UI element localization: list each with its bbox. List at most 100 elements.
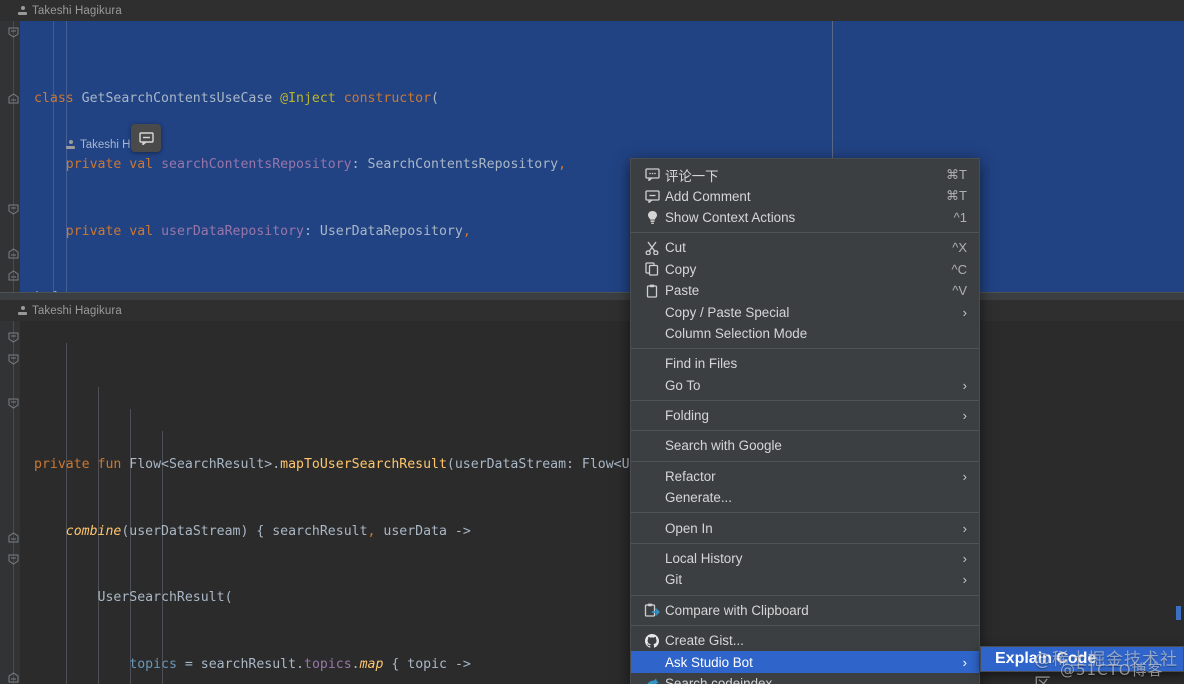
menu-item-copy[interactable]: Copy ^C xyxy=(631,259,979,280)
menu-item-local-history[interactable]: Local History › xyxy=(631,548,979,569)
menu-item-label: Go To xyxy=(665,377,701,393)
menu-separator xyxy=(631,399,979,401)
clipboard-icon xyxy=(646,284,658,298)
fold-expand-icon[interactable] xyxy=(7,247,20,260)
code-lines-bottom[interactable]: private fun Flow<SearchResult>.mapToUser… xyxy=(20,321,1184,684)
gutter-bottom[interactable] xyxy=(0,321,20,684)
menu-item-cut[interactable]: Cut ^X xyxy=(631,237,979,258)
menu-item-show-context-actions[interactable]: Show Context Actions ^1 xyxy=(631,207,979,228)
menu-separator xyxy=(631,594,979,596)
menu-item-label: Paste xyxy=(665,283,700,299)
code-line: private val userDataRepository: UserData… xyxy=(65,223,471,239)
menu-item-label: Search codeindex xyxy=(665,676,773,684)
fold-collapse-icon[interactable] xyxy=(7,553,20,566)
copy-icon xyxy=(643,261,661,277)
menu-item-[interactable]: 评论一下 ⌘T xyxy=(631,164,979,185)
menu-item-search-codeindex[interactable]: Search codeindex xyxy=(631,673,979,684)
menu-separator xyxy=(631,232,979,234)
submenu-item-explain-code[interactable]: Explain Code xyxy=(981,647,1183,671)
menu-item-label: Ask Studio Bot xyxy=(665,654,753,670)
menu-separator xyxy=(631,625,979,627)
author-annotation-top: Takeshi Hagikura xyxy=(0,0,1184,21)
chevron-right-icon: › xyxy=(962,551,967,567)
menu-item-label: Search with Google xyxy=(665,438,782,454)
menu-item-label: Add Comment xyxy=(665,188,751,204)
user-icon xyxy=(18,5,27,16)
lightbulb-icon xyxy=(647,210,657,224)
menu-item-refactor[interactable]: Refactor › xyxy=(631,466,979,487)
fold-expand-icon[interactable] xyxy=(7,92,20,105)
chevron-right-icon: › xyxy=(962,520,967,536)
menu-item-find-in-files[interactable]: Find in Files xyxy=(631,353,979,374)
menu-separator xyxy=(631,348,979,350)
menu-item-column-selection-mode[interactable]: Column Selection Mode xyxy=(631,323,979,344)
menu-separator xyxy=(631,512,979,514)
menu-item-open-in[interactable]: Open In › xyxy=(631,517,979,538)
no-icon xyxy=(643,654,661,670)
no-icon xyxy=(643,438,661,454)
fold-collapse-icon[interactable] xyxy=(7,203,20,216)
fold-collapse-icon[interactable] xyxy=(7,353,20,366)
menu-item-shortcut: ⌘T xyxy=(946,166,967,182)
menu-item-label: Show Context Actions xyxy=(665,209,796,225)
fold-collapse-icon[interactable] xyxy=(7,331,20,344)
menu-item-shortcut: ^1 xyxy=(953,209,967,225)
menu-item-go-to[interactable]: Go To › xyxy=(631,375,979,396)
code-line: class GetSearchContentsUseCase @Inject c… xyxy=(34,90,439,106)
code-line: private val searchContentsRepository: Se… xyxy=(65,157,567,173)
menu-item-compare-with-clipboard[interactable]: Compare with Clipboard xyxy=(631,600,979,621)
no-icon xyxy=(643,520,661,536)
menu-item-generate[interactable]: Generate... xyxy=(631,487,979,508)
compare-clipboard-icon xyxy=(643,602,661,618)
no-icon xyxy=(643,377,661,393)
fold-expand-icon[interactable] xyxy=(7,531,20,544)
context-menu[interactable]: 评论一下 ⌘T Add Comment ⌘T Show Context Actions ^… xyxy=(630,158,980,684)
gutter-top[interactable] xyxy=(0,21,20,292)
no-icon xyxy=(643,356,661,372)
menu-item-folding[interactable]: Folding › xyxy=(631,405,979,426)
gutter-vertical-line xyxy=(13,321,14,684)
scrollbar-thumb[interactable] xyxy=(1176,606,1181,620)
menu-item-label: Copy xyxy=(665,261,697,277)
menu-item-label: Generate... xyxy=(665,490,732,506)
comment-bubble-icon xyxy=(644,168,660,182)
copy-icon xyxy=(645,262,659,276)
fold-expand-icon[interactable] xyxy=(7,671,20,684)
author-annotation-bottom: Takeshi Hagikura xyxy=(0,300,1184,321)
editor-pane-bottom[interactable]: Takeshi Hagikura private fun Flow<Search… xyxy=(0,300,1184,684)
menu-item-label: Cut xyxy=(665,240,686,256)
code-area-bottom[interactable]: private fun Flow<SearchResult>.mapToUser… xyxy=(0,321,1184,684)
menu-item-ask-studio-bot[interactable]: Ask Studio Bot › xyxy=(631,651,979,673)
fold-expand-icon[interactable] xyxy=(7,269,20,282)
menu-separator xyxy=(631,542,979,544)
codeindex-icon xyxy=(646,678,659,684)
comment-bubble-icon xyxy=(643,167,661,183)
menu-item-search-with-google[interactable]: Search with Google xyxy=(631,435,979,456)
submenu-item-label: Explain Code xyxy=(995,650,1097,667)
fold-collapse-icon[interactable] xyxy=(7,26,20,39)
menu-item-label: Find in Files xyxy=(665,356,738,372)
menu-item-paste[interactable]: Paste ^V xyxy=(631,280,979,301)
ide-editor-window: Takeshi Hagikura class GetSearchContents… xyxy=(0,0,1184,684)
menu-item-label: Create Gist... xyxy=(665,633,744,649)
pane-splitter[interactable] xyxy=(0,292,1184,300)
context-submenu[interactable]: Explain Code xyxy=(980,646,1184,672)
github-icon xyxy=(645,633,659,648)
editor-pane-top[interactable]: Takeshi Hagikura class GetSearchContents… xyxy=(0,0,1184,292)
user-icon xyxy=(18,305,27,316)
menu-item-copy-paste-special[interactable]: Copy / Paste Special › xyxy=(631,301,979,322)
author-name: Takeshi Hagikura xyxy=(32,304,122,317)
fold-collapse-icon[interactable] xyxy=(7,397,20,410)
menu-item-shortcut: ^V xyxy=(952,283,967,299)
menu-separator xyxy=(631,430,979,432)
code-lines-top[interactable]: class GetSearchContentsUseCase @Inject c… xyxy=(20,21,1184,292)
menu-item-label: 评论一下 xyxy=(665,168,719,184)
menu-item-label: Refactor xyxy=(665,468,716,484)
menu-item-create-gist[interactable]: Create Gist... xyxy=(631,630,979,651)
menu-item-add-comment[interactable]: Add Comment ⌘T xyxy=(631,185,979,206)
menu-item-git[interactable]: Git › xyxy=(631,569,979,590)
add-comment-button[interactable] xyxy=(131,124,161,152)
menu-item-shortcut: ^X xyxy=(952,240,967,256)
chevron-right-icon: › xyxy=(962,468,967,484)
code-area-top[interactable]: class GetSearchContentsUseCase @Inject c… xyxy=(0,21,1184,292)
